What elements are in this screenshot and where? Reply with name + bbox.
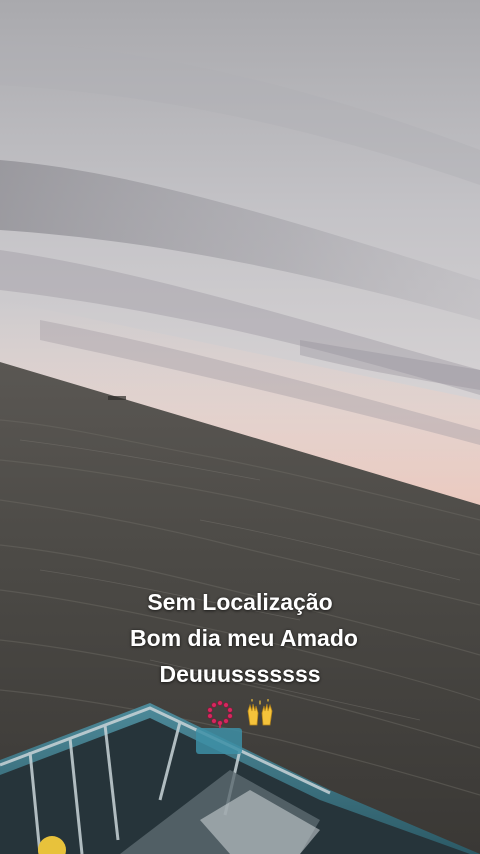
prayer-beads-icon	[207, 700, 233, 728]
story-caption: Sem Localização Bom dia meu Amado Deuuus…	[0, 584, 480, 730]
emoji-row	[0, 694, 480, 730]
story-view: Sem Localização Bom dia meu Amado Deuuus…	[0, 0, 480, 854]
greeting-text: Bom dia meu Amado	[130, 625, 358, 651]
exclamation-text: Deuuusssssss	[159, 661, 321, 687]
raised-hands-icon	[247, 698, 273, 726]
location-label: Sem Localização	[147, 589, 333, 615]
